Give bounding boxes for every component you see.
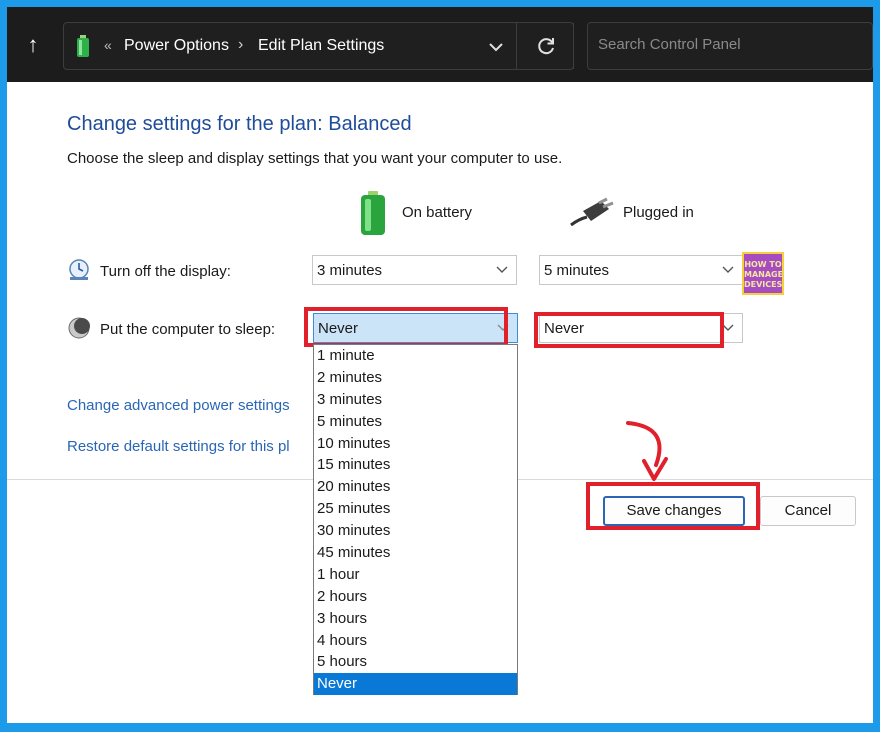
dropdown-option[interactable]: 45 minutes xyxy=(314,542,517,564)
dropdown-option[interactable]: 1 minute xyxy=(314,345,517,367)
dropdown-option[interactable]: 10 minutes xyxy=(314,433,517,455)
sleep-label: Put the computer to sleep: xyxy=(100,321,276,338)
dropdown-option[interactable]: 3 hours xyxy=(314,608,517,630)
sleep-battery-dropdown-list[interactable]: 1 minute 2 minutes 3 minutes 5 minutes 10 mi… xyxy=(313,344,518,696)
display-battery-value: 3 minutes xyxy=(317,262,383,279)
annotation-arrow-icon xyxy=(626,421,668,481)
sleep-moon-icon xyxy=(68,317,90,339)
display-timer-icon xyxy=(69,259,89,280)
address-divider xyxy=(573,23,574,69)
address-bar[interactable]: « Power Options › Edit Plan Settings xyxy=(63,22,574,70)
search-input[interactable]: Search Control Panel xyxy=(587,22,873,70)
window: ↑ « Power Options › Edit Plan Settings S… xyxy=(7,7,873,723)
display-plugged-select[interactable]: 5 minutes xyxy=(539,255,743,285)
up-arrow-icon[interactable]: ↑ xyxy=(17,29,49,61)
address-toolbar: ↑ « Power Options › Edit Plan Settings S… xyxy=(7,7,873,82)
dropdown-option[interactable]: 4 hours xyxy=(314,630,517,652)
column-plugged-in: Plugged in xyxy=(623,204,694,221)
dropdown-option[interactable]: 2 hours xyxy=(314,586,517,608)
watermark-logo: HOW TO MANAGE DEVICES xyxy=(742,252,784,295)
highlight-box-plugged xyxy=(534,312,724,348)
dropdown-option[interactable]: 20 minutes xyxy=(314,476,517,498)
address-divider xyxy=(516,23,517,69)
battery-icon xyxy=(361,191,385,235)
dropdown-option[interactable]: 15 minutes xyxy=(314,454,517,476)
dropdown-option[interactable]: 1 hour xyxy=(314,564,517,586)
address-overflow-separator[interactable]: « xyxy=(104,37,112,53)
highlight-box-save xyxy=(586,482,760,530)
chevron-down-icon xyxy=(722,266,734,273)
dropdown-option[interactable]: Never xyxy=(314,673,517,696)
power-plug-icon xyxy=(570,197,614,227)
page-title: Change settings for the plan: Balanced xyxy=(67,113,412,135)
cancel-button[interactable]: Cancel xyxy=(760,496,856,526)
change-advanced-settings-link[interactable]: Change advanced power settings xyxy=(67,397,290,414)
dropdown-option[interactable]: 5 minutes xyxy=(314,411,517,433)
dropdown-option[interactable]: 25 minutes xyxy=(314,498,517,520)
display-battery-select[interactable]: 3 minutes xyxy=(312,255,517,285)
dropdown-option[interactable]: 2 minutes xyxy=(314,367,517,389)
chevron-down-icon xyxy=(496,266,508,273)
refresh-icon[interactable] xyxy=(534,34,558,58)
column-on-battery: On battery xyxy=(402,204,473,221)
restore-defaults-link[interactable]: Restore default settings for this pl xyxy=(67,438,290,455)
display-plugged-value: 5 minutes xyxy=(544,262,610,279)
breadcrumb-chevron-icon: › xyxy=(238,36,244,53)
battery-icon xyxy=(77,35,89,57)
dropdown-option[interactable]: 3 minutes xyxy=(314,389,517,411)
dropdown-option[interactable]: 30 minutes xyxy=(314,520,517,542)
page-subtitle: Choose the sleep and display settings th… xyxy=(67,150,563,167)
breadcrumb-edit-plan-settings[interactable]: Edit Plan Settings xyxy=(258,37,384,55)
highlight-box-battery xyxy=(304,307,508,347)
dropdown-option[interactable]: 5 hours xyxy=(314,651,517,673)
breadcrumb-power-options[interactable]: Power Options xyxy=(124,37,229,55)
display-label: Turn off the display: xyxy=(100,263,231,280)
chevron-down-icon[interactable] xyxy=(486,37,506,57)
